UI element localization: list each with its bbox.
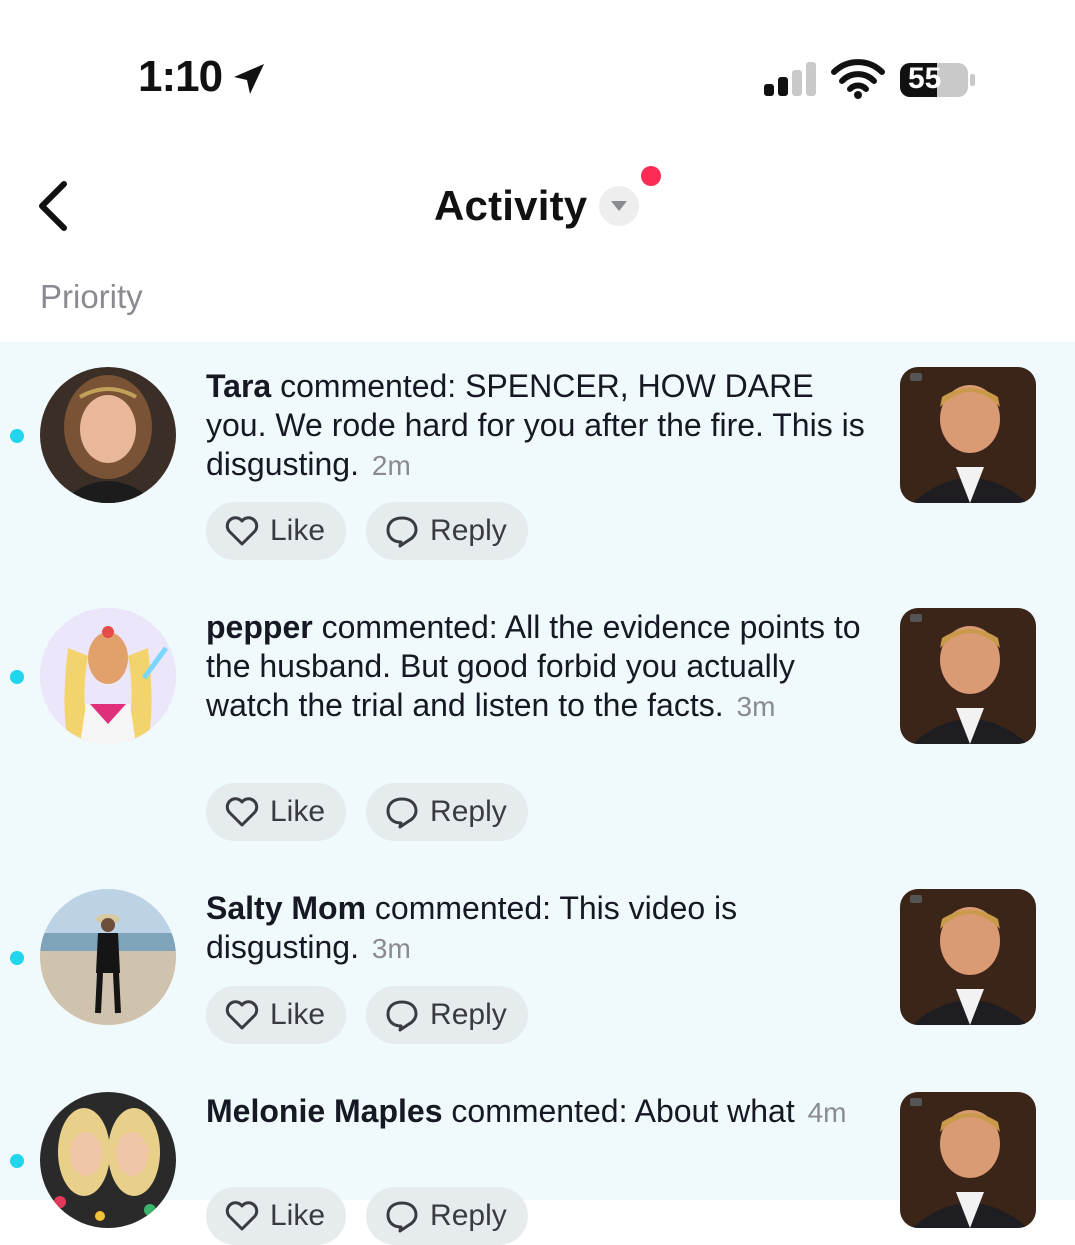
comment-text[interactable]: Tara commented: SPENCER, HOW DARE you. W…	[206, 367, 876, 485]
like-button[interactable]: Like	[206, 783, 347, 841]
dropdown-triangle-icon[interactable]	[599, 186, 640, 226]
video-thumbnail[interactable]	[900, 1092, 1036, 1228]
timestamp: 3m	[371, 933, 411, 964]
reply-button[interactable]: Reply	[366, 1187, 528, 1245]
like-label: Like	[270, 998, 326, 1031]
reply-label: Reply	[430, 998, 507, 1031]
reply-button[interactable]: Reply	[366, 783, 528, 841]
like-button[interactable]: Like	[206, 502, 347, 560]
status-time: 1:10	[138, 52, 223, 101]
back-chevron-icon[interactable]	[30, 178, 80, 234]
like-label: Like	[270, 514, 326, 547]
wifi-icon	[831, 59, 885, 99]
unread-indicator	[10, 670, 24, 684]
video-thumbnail[interactable]	[900, 367, 1036, 503]
video-thumbnail[interactable]	[900, 608, 1036, 744]
reply-bubble-icon	[386, 1000, 418, 1032]
reply-label: Reply	[430, 1199, 507, 1232]
comment-text[interactable]: pepper commented: All the evidence point…	[206, 608, 876, 726]
reply-button[interactable]: Reply	[366, 986, 528, 1044]
avatar[interactable]	[40, 889, 176, 1025]
heart-icon	[225, 1000, 259, 1030]
comment-text[interactable]: Melonie Maples commented: About what 4m	[206, 1092, 876, 1132]
comment-actions: Like Reply	[206, 502, 528, 560]
timestamp: 3m	[736, 691, 776, 722]
timestamp: 4m	[807, 1097, 847, 1128]
section-label-priority: Priority	[40, 278, 143, 315]
comment-action: commented:	[366, 890, 560, 926]
like-label: Like	[270, 795, 326, 828]
heart-icon	[225, 797, 259, 827]
status-bar: 1:10 55	[0, 0, 1075, 140]
username[interactable]: pepper	[206, 609, 313, 645]
avatar[interactable]	[40, 367, 176, 503]
comment-action: commented:	[312, 609, 505, 645]
heart-icon	[225, 1201, 259, 1231]
comment-action: commented:	[442, 1093, 635, 1129]
notification-dot	[641, 166, 661, 186]
unread-indicator	[10, 1154, 24, 1168]
battery-percent: 55	[908, 62, 942, 95]
username[interactable]: Melonie Maples	[206, 1093, 443, 1129]
video-thumbnail[interactable]	[900, 889, 1036, 1025]
page-title: Activity	[434, 182, 588, 229]
cellular-signal-icon	[764, 62, 816, 96]
reply-bubble-icon	[386, 1201, 418, 1233]
comment-actions: Like Reply	[206, 783, 528, 841]
location-arrow-icon	[234, 64, 264, 94]
unread-indicator	[10, 429, 24, 443]
unread-indicator	[10, 951, 24, 965]
avatar[interactable]	[40, 1092, 176, 1228]
avatar[interactable]	[40, 608, 176, 744]
activity-list: Tara commented: SPENCER, HOW DARE you. W…	[0, 342, 1075, 1245]
heart-icon	[225, 516, 259, 546]
comment-actions: Like Reply	[206, 986, 528, 1044]
activity-filter-dropdown[interactable]: Activity	[434, 176, 640, 236]
reply-label: Reply	[430, 514, 507, 547]
like-button[interactable]: Like	[206, 986, 347, 1044]
username[interactable]: Tara	[206, 368, 271, 404]
username[interactable]: Salty Mom	[206, 890, 366, 926]
comment-action: commented:	[271, 368, 466, 404]
reply-bubble-icon	[386, 516, 418, 548]
reply-label: Reply	[430, 795, 507, 828]
comment-body: About what	[634, 1093, 795, 1129]
like-label: Like	[270, 1199, 326, 1232]
comment-actions: Like Reply	[206, 1187, 528, 1245]
comment-text[interactable]: Salty Mom commented: This video is disgu…	[206, 889, 876, 968]
reply-button[interactable]: Reply	[366, 502, 528, 560]
timestamp: 2m	[371, 450, 411, 481]
reply-bubble-icon	[386, 797, 418, 829]
like-button[interactable]: Like	[206, 1187, 347, 1245]
